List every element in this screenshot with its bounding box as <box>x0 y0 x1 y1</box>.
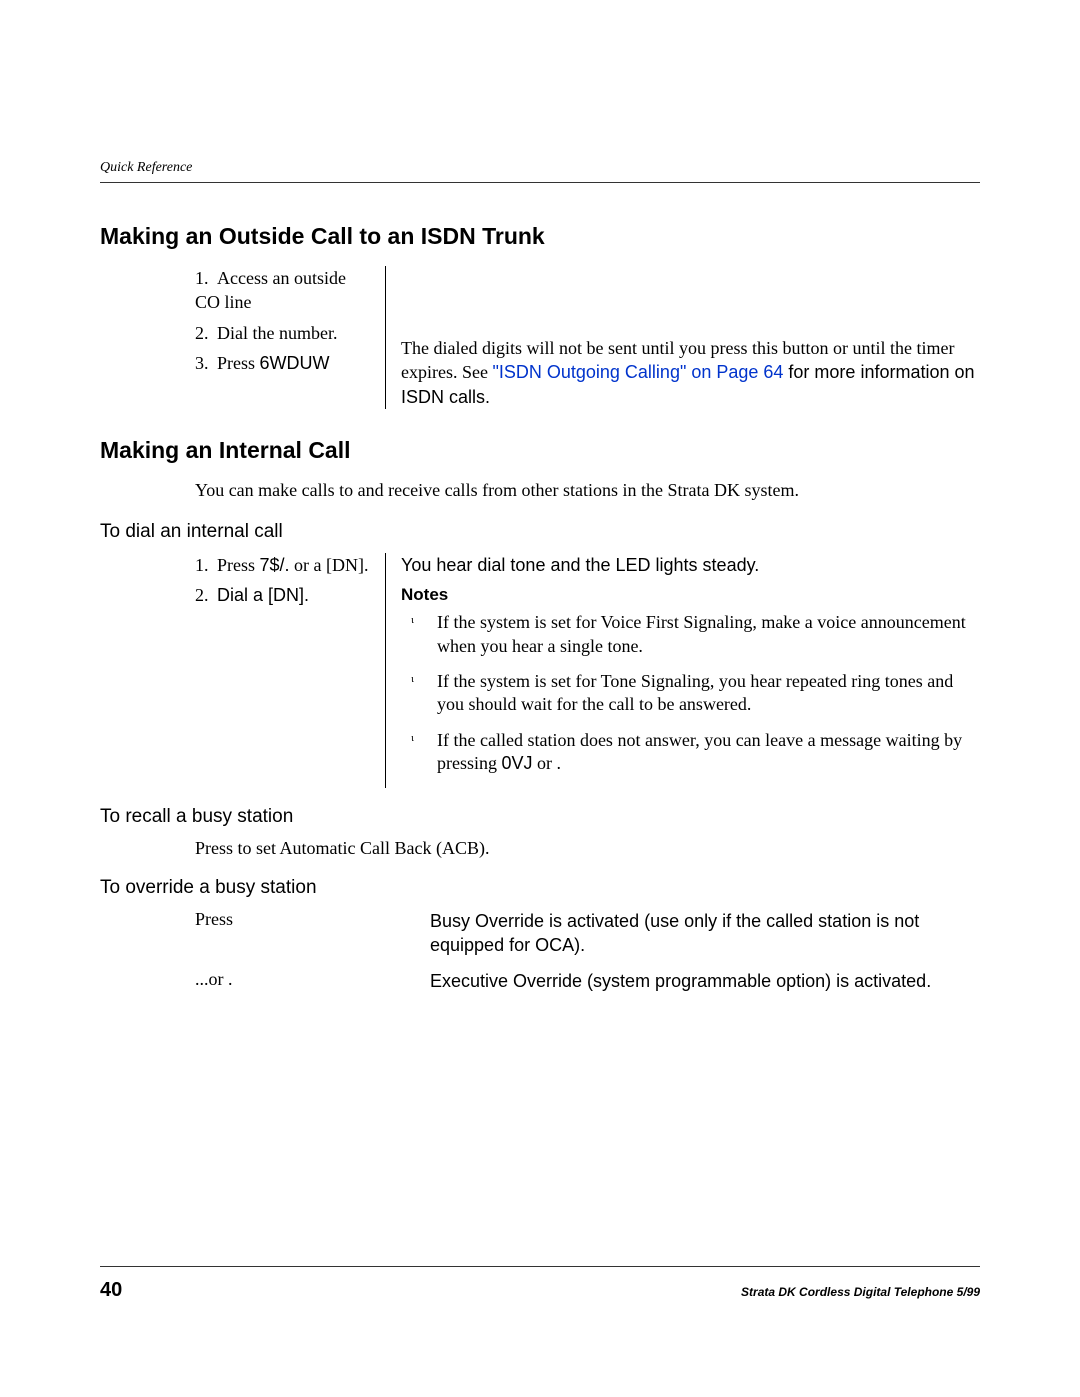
footer: 40 Strata DK Cordless Digital Telephone … <box>100 1266 980 1302</box>
heading-isdn: Making an Outside Call to an ISDN Trunk <box>100 223 980 250</box>
step-number: 1. <box>195 553 217 577</box>
dial-step-2: 2.Dial a [DN]. <box>195 583 370 607</box>
step-text: Access an outside CO line <box>195 268 346 312</box>
key-name: 7$/. <box>260 555 290 575</box>
isdn-step-2: 2.Dial the number. <box>195 321 370 345</box>
step-number: 2. <box>195 583 217 607</box>
note-item: If the system is set for Tone Signaling,… <box>421 670 980 717</box>
key-name: 0VJ <box>502 753 533 773</box>
subhead-dial: To dial an internal call <box>100 521 980 543</box>
override-left-2: ...or . <box>100 969 430 993</box>
dial-step-1: 1.Press 7$/. or a [DN]. <box>195 553 370 577</box>
isdn-step-1: 1.Access an outside CO line <box>195 266 370 315</box>
heading-internal: Making an Internal Call <box>100 437 980 464</box>
subhead-override: To override a busy station <box>100 877 980 899</box>
internal-intro: You can make calls to and receive calls … <box>195 480 980 501</box>
override-right-2: Executive Override (system programmable … <box>430 969 980 993</box>
header-rule <box>100 182 980 183</box>
isdn-description: The dialed digits will not be sent until… <box>401 336 980 409</box>
notes-label: Notes <box>401 585 980 605</box>
step-number: 1. <box>195 266 217 290</box>
running-header: Quick Reference <box>100 160 980 176</box>
isdn-step-3: 3.Press 6WDUW <box>195 351 370 375</box>
spacer <box>401 266 980 336</box>
footer-title: Strata DK Cordless Digital Telephone 5/9… <box>741 1285 980 1299</box>
note-item: If the system is set for Voice First Sig… <box>421 611 980 658</box>
subhead-recall: To recall a busy station <box>100 806 980 828</box>
step-number: 2. <box>195 321 217 345</box>
step-text: Press <box>217 353 260 373</box>
step-number: 3. <box>195 351 217 375</box>
note-text: or . <box>533 753 562 773</box>
override-left-1: Press <box>100 909 430 958</box>
key-name: 6WDUW <box>260 353 330 373</box>
step-text: or a [DN]. <box>290 555 369 575</box>
dial-right-1: You hear dial tone and the LED lights st… <box>401 553 980 577</box>
override-right-1: Busy Override is activated (use only if … <box>430 909 980 958</box>
footer-rule <box>100 1266 980 1267</box>
step-text: Dial a [DN]. <box>217 585 309 605</box>
page-number: 40 <box>100 1279 122 1302</box>
isdn-link[interactable]: "ISDN Outgoing Calling" on Page 64 <box>492 362 783 382</box>
note-item: If the called station does not answer, y… <box>421 729 980 776</box>
step-text: Press <box>217 555 260 575</box>
step-text: Dial the number. <box>217 323 337 343</box>
recall-text: Press to set Automatic Call Back (ACB). <box>100 838 980 859</box>
